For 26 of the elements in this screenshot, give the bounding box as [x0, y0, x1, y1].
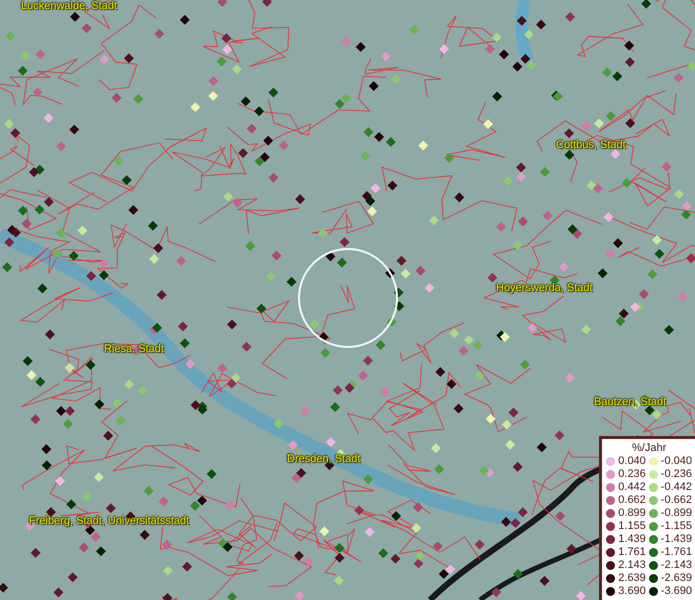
- legend-value: -0.442: [660, 481, 692, 494]
- legend-value: -2.639: [660, 572, 692, 585]
- legend-value: -0.236: [660, 468, 692, 481]
- legend-value: -3.690: [660, 585, 692, 598]
- legend-value: 2.639: [618, 572, 646, 585]
- legend-value: 0.662: [618, 494, 646, 507]
- legend-value: -1.439: [660, 533, 692, 546]
- legend-value: -2.143: [660, 559, 692, 572]
- legend-value: 3.690: [618, 585, 646, 598]
- legend-value: 2.143: [618, 559, 646, 572]
- legend-value: 0.236: [618, 468, 646, 481]
- legend-value: -0.040: [660, 455, 692, 468]
- legend-value: -1.155: [660, 520, 692, 533]
- place-label: Luckenwalde, Stadt: [21, 0, 118, 13]
- legend-value: 1.155: [618, 520, 646, 533]
- legend-value: -0.662: [660, 494, 692, 507]
- legend-value: 0.899: [618, 507, 646, 520]
- legend-value: 1.761: [618, 546, 646, 559]
- legend-value: 1.439: [618, 533, 646, 546]
- place-label: Dresden, Stadt: [287, 453, 360, 466]
- legend-value: -1.761: [660, 546, 692, 559]
- legend-value: 0.442: [618, 481, 646, 494]
- legend-value: -0.899: [660, 507, 692, 520]
- legend-value: 0.040: [618, 455, 646, 468]
- place-label: Bautzen, Stadt: [594, 396, 666, 409]
- legend-title: %/Jahr: [632, 441, 666, 455]
